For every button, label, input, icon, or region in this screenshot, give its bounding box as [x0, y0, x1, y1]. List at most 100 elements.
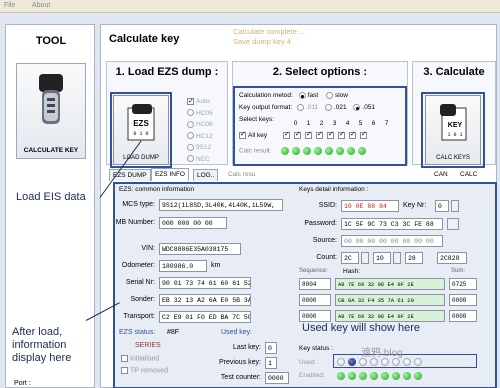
enabled-key-led	[348, 371, 356, 380]
chip-9s12: 9S12	[196, 144, 212, 151]
radio-slow[interactable]	[325, 92, 333, 99]
enabled-key-led	[414, 371, 422, 380]
previous-key-field: 1	[265, 357, 277, 369]
enabled-key-led	[403, 371, 411, 380]
tab-can[interactable]: CAN	[431, 169, 451, 181]
radio-9s12[interactable]	[187, 143, 194, 151]
ezs-status-label: EZS status:	[119, 329, 156, 336]
chip-hc12: HC12	[196, 132, 213, 140]
tab-calc[interactable]: CALC	[457, 169, 480, 181]
key-checkbox-3[interactable]	[315, 130, 323, 139]
status-text: Calculate complete ... Save dump key 4	[233, 27, 305, 47]
key-number: 5	[358, 120, 363, 127]
watermark: 渡鸦 blog	[361, 348, 403, 359]
test-counter-label: Test counter:	[220, 374, 261, 381]
calc-keys-highlight	[421, 92, 485, 168]
transport-field: C2 E9 01 F0 ED BA 7C 5C	[159, 311, 251, 323]
radio-hc08[interactable]	[187, 120, 194, 128]
used-key-led	[359, 357, 367, 366]
radio-nec[interactable]	[187, 155, 194, 163]
fast-label: fast	[307, 92, 319, 100]
mcs-type-field: 9S12(1L8SD,3L40K,4L40K,1L59W,	[159, 199, 283, 211]
last-key-label: Last key:	[232, 344, 261, 351]
key-checkbox-4[interactable]	[326, 130, 334, 139]
key-number: 1	[306, 120, 311, 127]
tool-title: TOOL	[35, 35, 67, 47]
used-key-led	[370, 357, 378, 366]
car-key-icon	[39, 74, 63, 124]
used-key-led	[381, 357, 389, 366]
ssid-field: 10 0E 88 84	[341, 200, 399, 212]
hash-label: Hash:	[343, 268, 360, 275]
hash-field: A8 7E 66 32 06 E4 9F 2E	[335, 310, 445, 322]
all-key-checkbox[interactable]	[239, 130, 246, 139]
folder-icon[interactable]	[447, 218, 459, 230]
tab-log[interactable]: LOG..	[193, 169, 219, 181]
section-2-title: 2. Select options :	[272, 66, 368, 78]
auto-label: Auto:	[196, 98, 212, 105]
radio-hc05[interactable]	[187, 109, 194, 117]
count-label: Count:	[316, 254, 337, 261]
section-3-title: 3. Calculate	[423, 66, 485, 78]
mb-number-field: 000 000 00 00	[159, 217, 227, 229]
password-label: Password:	[304, 220, 337, 227]
serial-label: Serial Nr:	[125, 279, 155, 286]
used-key-led	[403, 357, 411, 366]
count-field-1: 2C	[341, 252, 359, 264]
previous-key-label: Previous key:	[218, 359, 261, 366]
count-field-2: 10	[373, 252, 391, 264]
chip-type-list: Auto: HC05 HC08 HC12 9S12 NEC	[187, 96, 213, 165]
result-led	[281, 147, 290, 155]
key-checkbox-5[interactable]	[337, 130, 345, 139]
count-spinner[interactable]	[361, 252, 369, 264]
vin-field: WDC8886E35A038175	[159, 243, 241, 255]
tab-calc-result[interactable]: Calc resu	[225, 169, 258, 181]
count-spinner[interactable]	[393, 252, 401, 264]
key-nr-field[interactable]: 0	[435, 200, 449, 212]
port-label: Port :	[14, 380, 31, 387]
calculate-key-button[interactable]: CALCULATE KEY	[16, 63, 86, 159]
transport-label: Transport:	[123, 313, 155, 320]
radio-011[interactable]	[296, 104, 304, 111]
radio-021[interactable]	[324, 104, 332, 111]
serial-field: 90 01 73 74 61 60 61 52	[159, 277, 251, 289]
series-label: SERIES	[135, 342, 161, 349]
tab-ezs-info[interactable]: EZS INFO	[151, 168, 189, 181]
sonder-label: Sonder:	[130, 296, 155, 303]
sum-field: 0000	[449, 310, 477, 322]
result-led	[314, 147, 323, 155]
key-checkbox-2[interactable]	[304, 130, 312, 139]
fmt-011-label: .011	[305, 104, 319, 112]
calculate-key-label: CALCULATE KEY	[23, 147, 79, 154]
result-led	[325, 147, 334, 155]
key-checkbox-0[interactable]	[282, 130, 290, 139]
odometer-field: 180986.0	[159, 260, 207, 272]
calc-result-label: Calc result:	[239, 147, 272, 155]
menu-about[interactable]: About	[32, 2, 50, 9]
key-number: 3	[332, 120, 337, 127]
mcs-type-label: MCS type:	[122, 201, 155, 208]
radio-051[interactable]	[353, 104, 361, 111]
enabled-key-led	[392, 371, 400, 380]
key-checkbox-7[interactable]	[359, 130, 367, 139]
sum-field: 0000	[449, 294, 477, 306]
source-label: Source:	[312, 237, 337, 244]
page-title: Calculate key	[109, 33, 180, 45]
radio-fast[interactable]	[298, 92, 306, 99]
enabled-key-led	[370, 371, 378, 380]
key-status-label: Key status :	[299, 345, 333, 352]
menu-file[interactable]: File	[4, 2, 15, 9]
auto-checkbox[interactable]	[187, 96, 194, 107]
result-led	[336, 147, 345, 155]
result-led	[292, 147, 301, 155]
annotation-used-key: Used key will show here	[302, 322, 420, 335]
key-number: 7	[384, 120, 389, 127]
key-checkbox-6[interactable]	[348, 130, 356, 139]
radio-hc12[interactable]	[187, 132, 194, 140]
key-nr-spinner[interactable]	[451, 200, 459, 212]
tp-removed-label: TP removed	[130, 367, 168, 375]
enabled-key-led	[359, 371, 367, 380]
count-field-4: 2C828	[437, 252, 467, 264]
load-dump-highlight	[110, 92, 172, 168]
key-checkbox-1[interactable]	[293, 130, 301, 139]
